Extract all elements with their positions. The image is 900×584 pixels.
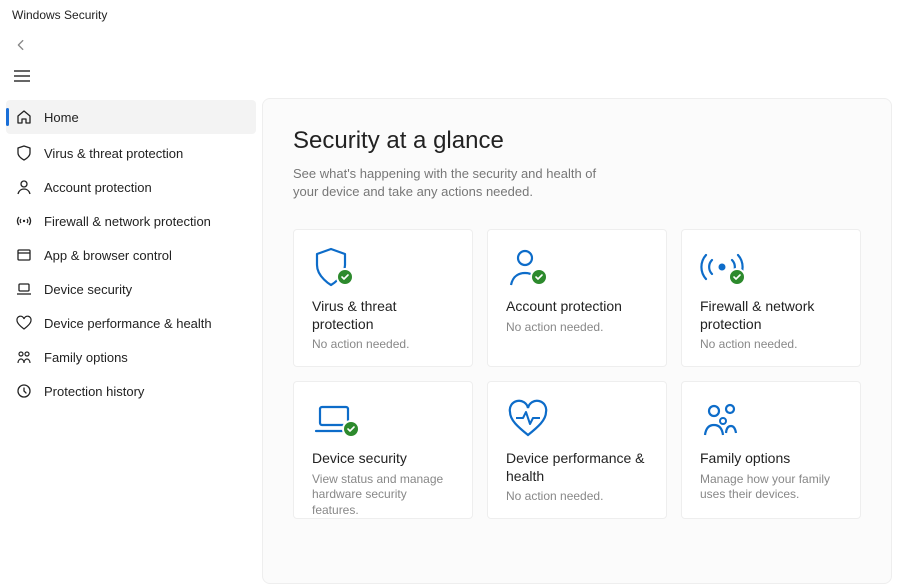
sidebar-item-account[interactable]: Account protection (0, 170, 262, 204)
sidebar-item-label: Firewall & network protection (44, 214, 211, 229)
sidebar-item-history[interactable]: Protection history (0, 374, 262, 408)
tile-performance[interactable]: Device performance & health No action ne… (487, 381, 667, 519)
sidebar-item-label: Device security (44, 282, 132, 297)
page-subtitle: See what's happening with the security a… (293, 165, 623, 201)
tile-title: Device security (312, 450, 454, 468)
tile-title: Device performance & health (506, 450, 648, 485)
tile-desc: No action needed. (312, 337, 454, 353)
antenna-icon (14, 213, 34, 229)
heart-pulse-icon (506, 398, 648, 440)
sidebar-item-label: App & browser control (44, 248, 172, 263)
sidebar-item-label: Account protection (44, 180, 152, 195)
tile-title: Family options (700, 450, 842, 468)
laptop-icon (312, 398, 454, 440)
menu-button[interactable] (0, 64, 900, 88)
history-icon (14, 383, 34, 399)
tile-title: Firewall & network protection (700, 298, 842, 333)
tile-device[interactable]: Device security View status and manage h… (293, 381, 473, 519)
check-badge-icon (336, 268, 354, 286)
sidebar-item-family[interactable]: Family options (0, 340, 262, 374)
tiles-grid: Virus & threat protection No action need… (293, 229, 861, 519)
sidebar-item-label: Family options (44, 350, 128, 365)
tile-title: Account protection (506, 298, 648, 316)
check-badge-icon (342, 420, 360, 438)
shield-icon (312, 246, 454, 288)
tile-title: Virus & threat protection (312, 298, 454, 333)
sidebar-item-label: Protection history (44, 384, 144, 399)
check-badge-icon (530, 268, 548, 286)
sidebar-item-firewall[interactable]: Firewall & network protection (0, 204, 262, 238)
sidebar-item-label: Virus & threat protection (44, 146, 183, 161)
home-icon (14, 109, 34, 125)
person-icon (506, 246, 648, 288)
sidebar-item-label: Device performance & health (44, 316, 212, 331)
tile-account[interactable]: Account protection No action needed. (487, 229, 667, 367)
app-title: Windows Security (0, 0, 900, 30)
sidebar-item-label: Home (44, 110, 79, 125)
back-button[interactable] (0, 34, 900, 56)
sidebar-item-performance[interactable]: Device performance & health (0, 306, 262, 340)
tile-family[interactable]: Family options Manage how your family us… (681, 381, 861, 519)
laptop-icon (14, 281, 34, 297)
sidebar-item-virus[interactable]: Virus & threat protection (0, 136, 262, 170)
tile-desc: Manage how your family uses their device… (700, 472, 842, 503)
family-icon (14, 349, 34, 365)
page-title: Security at a glance (293, 127, 861, 155)
antenna-icon (700, 246, 842, 288)
tile-desc: No action needed. (700, 337, 842, 353)
family-icon (700, 398, 842, 440)
sidebar-item-appbrowser[interactable]: App & browser control (0, 238, 262, 272)
person-icon (14, 179, 34, 195)
sidebar: Home Virus & threat protection Account p… (0, 88, 262, 584)
sidebar-item-device[interactable]: Device security (0, 272, 262, 306)
sidebar-item-home[interactable]: Home (6, 100, 256, 134)
main-content: Security at a glance See what's happenin… (262, 88, 900, 584)
tile-firewall[interactable]: Firewall & network protection No action … (681, 229, 861, 367)
shield-icon (14, 145, 34, 161)
window-icon (14, 247, 34, 263)
heart-icon (14, 315, 34, 331)
tile-desc: No action needed. (506, 489, 648, 505)
tile-desc: View status and manage hardware security… (312, 472, 454, 519)
tile-desc: No action needed. (506, 320, 648, 336)
tile-virus[interactable]: Virus & threat protection No action need… (293, 229, 473, 367)
